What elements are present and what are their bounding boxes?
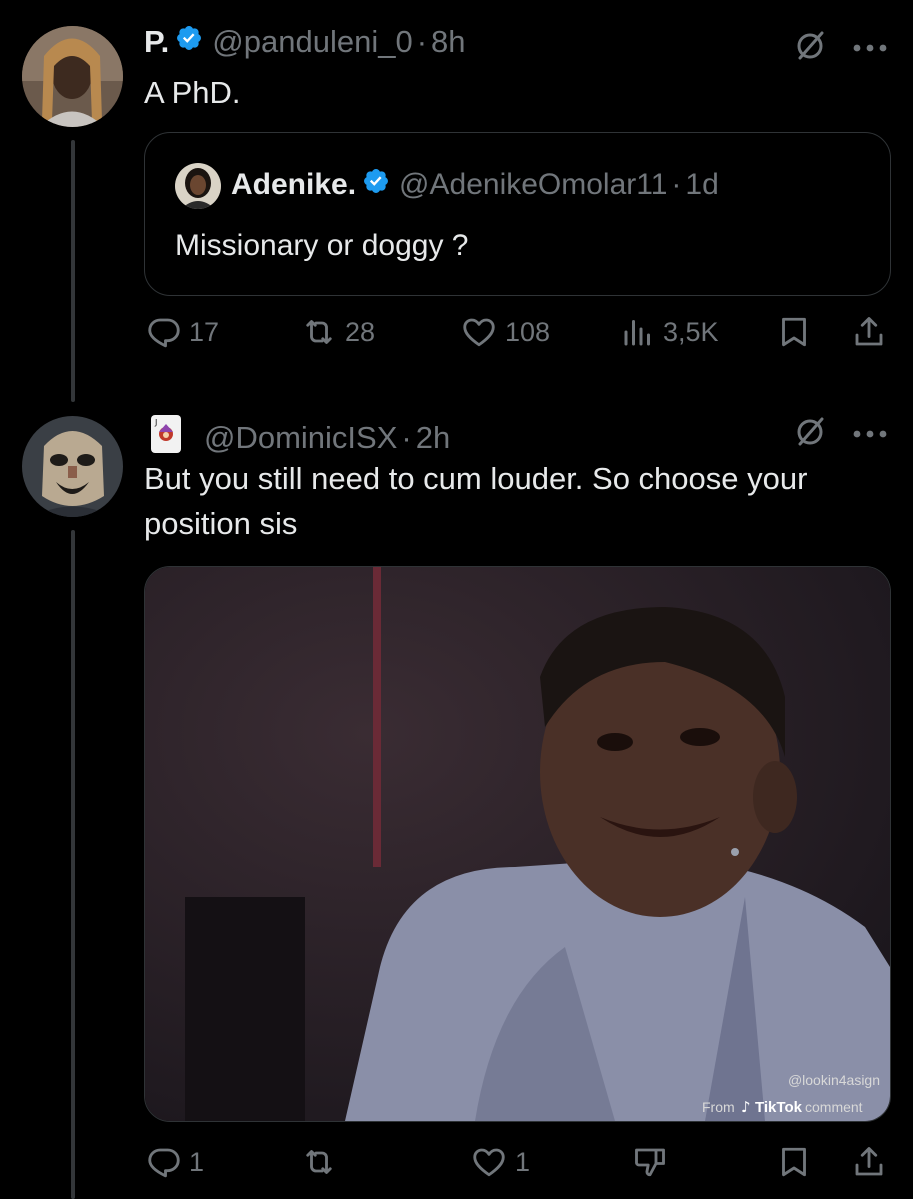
tweet-2-actions: 1 1 (0, 1142, 913, 1190)
svg-text:comment: comment (805, 1099, 863, 1115)
reply-button[interactable]: 1 (146, 1144, 204, 1180)
tiktok-watermark: From ♪ TikTok comment (702, 1098, 863, 1116)
thread-line-2 (71, 530, 75, 1199)
more-icon[interactable] (852, 40, 888, 58)
dislike-button[interactable] (632, 1144, 668, 1180)
quote-timestamp: 1d (685, 168, 719, 201)
bookmark-icon (782, 1147, 806, 1177)
like-count: 1 (515, 1146, 531, 1177)
views-button[interactable]: 3,5K (620, 314, 719, 350)
repost-icon (306, 1150, 332, 1174)
dislike-icon (635, 1148, 665, 1177)
quote-header: Adenike. @AdenikeOmolar11 · 1d (231, 167, 719, 203)
like-icon (463, 318, 495, 347)
tweet-2-header: J @DominicISX · 2h (150, 414, 450, 462)
tiktok-icon: ♪ (741, 1098, 751, 1116)
avatar-adenike[interactable] (175, 163, 221, 209)
verified-badge-icon (175, 24, 203, 60)
like-button[interactable]: 1 (470, 1144, 530, 1180)
like-button[interactable]: 108 (460, 314, 550, 350)
repost-button[interactable] (300, 1144, 345, 1180)
reply-icon (148, 1148, 180, 1178)
bookmark-icon (782, 317, 806, 347)
card-emoji-icon: J (150, 414, 182, 462)
handle[interactable]: @panduleni_0 (212, 24, 412, 60)
verified-badge-icon (362, 167, 390, 203)
reply-count: 17 (189, 316, 220, 347)
svg-text:TikTok: TikTok (755, 1099, 803, 1116)
thread-line-1 (71, 140, 75, 402)
avatar-dominic[interactable] (22, 416, 123, 517)
handle[interactable]: @DominicISX (204, 420, 397, 456)
svg-text:J: J (154, 418, 157, 427)
display-name[interactable]: P. (144, 24, 169, 60)
separator-dot: · (671, 168, 682, 201)
views-icon (624, 320, 650, 346)
tweet-1-actions: 17 28 108 3,5K (0, 312, 913, 360)
share-icon (855, 317, 883, 346)
tweet-1-text: A PhD. (144, 75, 241, 110)
timestamp[interactable]: 2h (416, 420, 450, 456)
quote-display-name: Adenike. (231, 168, 357, 201)
media-image: @lookin4asign From ♪ TikTok comment (145, 567, 890, 1121)
like-count: 108 (505, 316, 551, 347)
reply-icon (148, 318, 180, 348)
repost-button[interactable]: 28 (300, 314, 375, 350)
timestamp[interactable]: 8h (431, 24, 465, 60)
bookmark-button[interactable] (776, 1144, 812, 1180)
share-button[interactable] (851, 1144, 887, 1180)
quote-handle: @AdenikeOmolar11 (399, 168, 668, 201)
avatar-panduleni[interactable] (22, 26, 123, 127)
svg-text:From: From (702, 1099, 735, 1115)
share-icon (855, 1147, 883, 1176)
separator-dot: · (416, 24, 428, 59)
tweet-1-header: P. @panduleni_0 · 8h (144, 24, 466, 60)
tweet-2-media[interactable]: @lookin4asign From ♪ TikTok comment (144, 566, 891, 1122)
separator-dot: · (401, 420, 412, 455)
view-count: 3,5K (663, 316, 719, 347)
bookmark-button[interactable] (776, 314, 812, 350)
grok-icon[interactable] (792, 414, 828, 455)
more-icon[interactable] (852, 426, 888, 444)
like-icon (473, 1148, 505, 1177)
grok-icon[interactable] (792, 28, 828, 69)
tweet-2-text: But you still need to cum louder. So cho… (144, 461, 808, 541)
repost-icon (306, 320, 332, 344)
share-button[interactable] (851, 314, 887, 350)
reply-button[interactable]: 17 (146, 314, 219, 350)
tiktok-handle-watermark: @lookin4asign (788, 1072, 880, 1088)
repost-count: 28 (345, 316, 376, 347)
quoted-tweet-card[interactable]: Adenike. @AdenikeOmolar11 · 1d Missionar… (144, 132, 891, 296)
reply-count: 1 (189, 1146, 205, 1177)
quote-text: Missionary or doggy ? (175, 229, 469, 262)
